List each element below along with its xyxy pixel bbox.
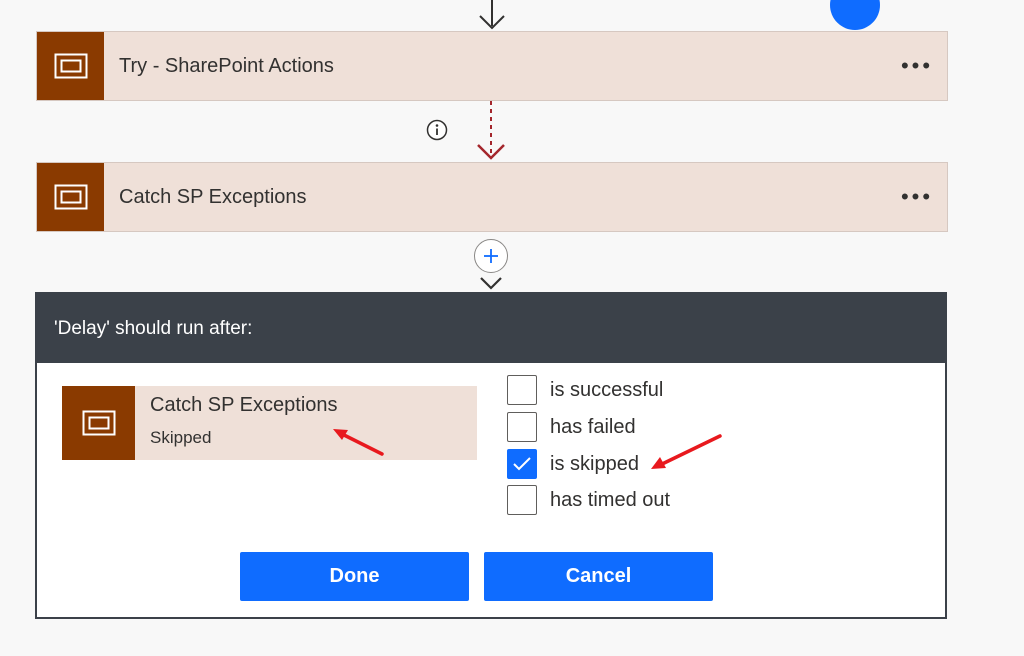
dialog-title: 'Delay' should run after: (37, 294, 945, 363)
checkbox[interactable] (507, 485, 537, 515)
more-options-button[interactable]: ••• (887, 177, 947, 217)
connector-arrow (480, 277, 502, 290)
checkbox-has-timed-out[interactable]: has timed out (507, 484, 670, 516)
action-title: Try - SharePoint Actions (119, 54, 334, 77)
checkbox-label: is successful (550, 378, 664, 401)
connector-arrow-top (479, 0, 505, 30)
more-options-button[interactable]: ••• (887, 46, 947, 86)
avatar-circle[interactable] (830, 0, 880, 30)
dependency-name: Catch SP Exceptions (150, 394, 338, 416)
cancel-button[interactable]: Cancel (484, 552, 713, 601)
scope-icon (37, 163, 104, 231)
checkbox-label: is skipped (550, 452, 639, 475)
run-after-dashed-arrow (477, 101, 505, 160)
done-button[interactable]: Done (240, 552, 469, 601)
info-icon[interactable] (426, 119, 448, 141)
checkbox[interactable] (507, 375, 537, 405)
checkbox-label: has failed (550, 415, 636, 438)
action-title: Catch SP Exceptions (119, 185, 307, 208)
checkbox[interactable] (507, 412, 537, 442)
checkbox-label: has timed out (550, 488, 671, 511)
checkbox-has-failed[interactable]: has failed (507, 411, 636, 443)
run-after-dialog: 'Delay' should run after: Catch SP Excep… (35, 292, 947, 619)
dependency-card: Catch SP Exceptions Skipped (62, 386, 477, 460)
checkbox-is-successful[interactable]: is successful (507, 374, 663, 406)
dependency-status: Skipped (150, 428, 212, 447)
action-card-try-sharepoint[interactable]: Try - SharePoint Actions ••• (36, 31, 948, 101)
checkbox-checked[interactable] (507, 449, 537, 479)
annotation-arrow-icon (651, 434, 722, 469)
plus-icon (484, 249, 498, 263)
checkmark-icon (513, 457, 531, 471)
scope-icon (37, 32, 104, 100)
action-card-catch-sp-exceptions[interactable]: Catch SP Exceptions ••• (36, 162, 948, 232)
annotation-arrow-icon (333, 429, 384, 456)
checkbox-is-skipped[interactable]: is skipped (507, 448, 639, 480)
scope-icon (62, 386, 135, 460)
